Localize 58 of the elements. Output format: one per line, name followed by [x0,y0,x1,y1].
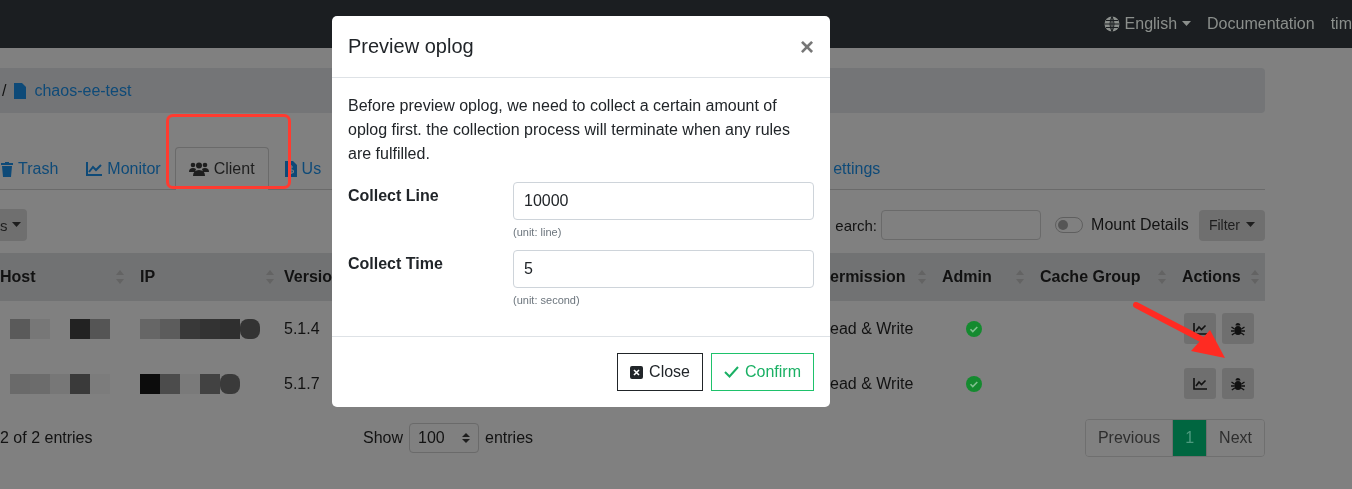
nav-link[interactable]: Documentation [1207,15,1315,33]
nav-link[interactable]: tim [1330,15,1352,33]
debug-button[interactable] [1222,313,1254,344]
field-hint: (unit: line) [513,226,563,238]
page-button[interactable]: Next [1206,420,1264,456]
users-icon [188,162,209,176]
field-label: Collect Time [348,254,444,274]
tab[interactable]: Client [174,147,269,190]
field-label: Collect Line [348,186,440,206]
tab[interactable]: Us [270,147,325,190]
file-icon [14,82,27,99]
globe-icon [1103,16,1120,32]
table-cell: ead & Write [830,374,914,393]
line-chart-icon [1193,322,1207,335]
breadcrumb-separator: / [2,81,7,100]
page-button[interactable]: 1 [1172,420,1207,456]
table-cell: 5.1.7 [284,374,320,393]
line-chart-icon [1193,377,1207,390]
toggle-switch[interactable] [1055,217,1084,233]
trash-icon [1,161,13,177]
search-label: earch: [835,216,878,234]
dropdown-button[interactable]: s [0,209,27,241]
close-button[interactable]: Close [617,353,703,391]
bug-icon [1231,321,1245,336]
tab[interactable]: Monitor [72,147,175,190]
caret-icon [11,222,21,228]
column-header[interactable]: Cache Group [1030,253,1172,301]
entries-info: 2 of 2 entries [0,429,94,447]
modal-description: Before preview oplog, we need to collect a certain amount of oplog first. the collection process will terminate when any rules are fulfilled. [348,96,791,164]
chart-button[interactable] [1184,368,1216,399]
bug-icon [1231,376,1245,391]
check-icon [724,366,739,378]
breadcrumb-link[interactable]: chaos-ee-test [34,81,132,100]
page-size-select[interactable]: 100 [409,423,480,453]
show-label: Show [363,429,404,447]
language-dropdown[interactable]: English [1103,15,1192,33]
column-header[interactable]: Actions [1172,253,1265,301]
column-header[interactable]: Host [0,253,130,301]
table-cell: ead & Write [830,319,914,338]
table-cell: 5.1.4 [284,319,320,338]
column-header[interactable]: IP [130,253,280,301]
entries-label: entries [485,429,534,447]
column-header[interactable]: ermission [830,253,932,301]
caret-icon [1246,222,1255,228]
filter-dropdown[interactable]: Filter [1198,209,1265,241]
close-icon [630,365,644,379]
caret-icon [1182,21,1192,27]
confirm-button[interactable]: Confirm [711,353,814,391]
line-chart-icon [86,162,103,176]
input-field[interactable]: 10000 [513,182,814,220]
input-field[interactable]: 5 [513,250,814,288]
caret-icon [462,433,471,443]
tab[interactable]: Trash [0,147,73,190]
toggle-label: Mount Details [1091,216,1189,234]
column-header[interactable]: Admin [932,253,1030,301]
modal-title: Preview oplog [348,35,474,58]
debug-button[interactable] [1222,368,1254,399]
field-hint: (unit: second) [513,294,581,306]
